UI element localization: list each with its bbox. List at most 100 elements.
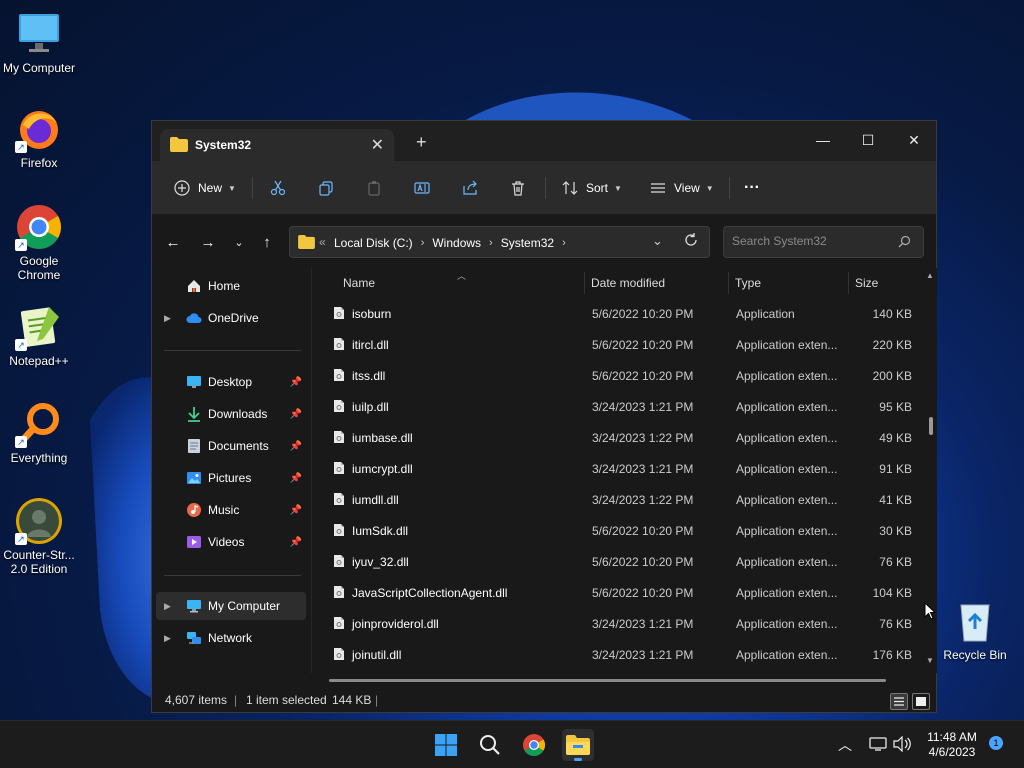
- sidebar-item-my-computer[interactable]: ▶ My Computer: [156, 592, 306, 620]
- chevron-right-icon[interactable]: ▶: [164, 313, 171, 324]
- sidebar-item-home[interactable]: Home: [156, 272, 306, 300]
- paste-icon[interactable]: [364, 178, 384, 198]
- column-header-date[interactable]: Date modified: [591, 268, 665, 298]
- sidebar-item-pictures[interactable]: Pictures 📌: [156, 464, 306, 492]
- volume-icon[interactable]: [893, 735, 911, 755]
- copy-icon[interactable]: [316, 178, 336, 198]
- sidebar-item-downloads[interactable]: Downloads 📌: [156, 400, 306, 428]
- desktop-icon-chrome[interactable]: ↗ Google Chrome: [0, 203, 78, 282]
- taskbar-chrome[interactable]: [518, 729, 550, 761]
- desktop-icon-recycle-bin[interactable]: Recycle Bin: [936, 597, 1014, 662]
- more-options-button[interactable]: ···: [744, 178, 760, 198]
- table-row[interactable]: IumSdk.dll 5/6/2022 10:20 PM Application e…: [324, 515, 912, 546]
- table-row[interactable]: JavaScriptCollectionAgent.dll 5/6/2022 10…: [324, 577, 912, 608]
- chevron-right-icon[interactable]: ›: [489, 237, 493, 249]
- back-arrow-icon[interactable]: ←: [164, 234, 182, 252]
- column-divider[interactable]: [728, 272, 729, 294]
- table-row[interactable]: isoburn 5/6/2022 10:20 PM Application 140 K…: [324, 298, 912, 329]
- new-tab-button[interactable]: +: [416, 133, 427, 151]
- sidebar-item-onedrive[interactable]: ▶ OneDrive: [156, 304, 306, 332]
- column-divider[interactable]: [848, 272, 849, 294]
- table-row[interactable]: iumcrypt.dll 3/24/2023 1:21 PM Application…: [324, 453, 912, 484]
- network-status-icon[interactable]: [869, 736, 887, 755]
- address-bar[interactable]: « Local Disk (C:) › Windows › System32 ›…: [289, 226, 710, 258]
- table-row[interactable]: iuilp.dll 3/24/2023 1:21 PM Application ex…: [324, 391, 912, 422]
- desktop-icon-my-computer[interactable]: My Computer: [0, 10, 78, 75]
- chevron-right-icon[interactable]: ›: [562, 237, 566, 249]
- file-date: 5/6/2022 10:20 PM: [592, 555, 694, 569]
- sort-button[interactable]: Sort ▼: [560, 178, 622, 198]
- sidebar-item-network[interactable]: ▶ Network: [156, 624, 306, 652]
- up-arrow-icon[interactable]: ↑: [258, 234, 276, 252]
- table-row[interactable]: joinproviderol.dll 3/24/2023 1:21 PM Appli…: [324, 608, 912, 639]
- new-button[interactable]: New ▼: [172, 178, 236, 198]
- close-window-button[interactable]: ✕: [899, 127, 929, 153]
- forward-arrow-icon[interactable]: →: [199, 234, 217, 252]
- table-row[interactable]: itss.dll 5/6/2022 10:20 PM Application ext…: [324, 360, 912, 391]
- chevron-right-icon[interactable]: ▶: [164, 633, 171, 644]
- share-icon[interactable]: [460, 178, 480, 198]
- delete-icon[interactable]: [508, 178, 528, 198]
- show-hidden-icons-chevron-up-icon[interactable]: ︿: [838, 735, 852, 755]
- pin-icon[interactable]: 📌: [290, 409, 302, 420]
- tab-close-icon[interactable]: ✕: [371, 135, 384, 155]
- column-divider[interactable]: [584, 272, 585, 294]
- cut-icon[interactable]: [268, 178, 288, 198]
- desktop-icon-counter-strike[interactable]: ↗ Counter-Str... 2.0 Edition: [0, 497, 78, 576]
- file-date: 5/6/2022 10:20 PM: [592, 307, 694, 321]
- desktop-icon-firefox[interactable]: ↗ Firefox: [0, 105, 78, 170]
- pin-icon[interactable]: 📌: [290, 441, 302, 452]
- chevron-right-icon[interactable]: ▶: [164, 601, 171, 612]
- notification-badge[interactable]: 1: [989, 736, 1003, 750]
- sidebar-item-videos[interactable]: Videos 📌: [156, 528, 306, 556]
- minimize-button[interactable]: —: [808, 127, 838, 153]
- pin-icon[interactable]: 📌: [290, 537, 302, 548]
- desktop-icon-notepadpp[interactable]: ↗ Notepad++: [0, 303, 78, 368]
- sidebar-item-desktop[interactable]: Desktop 📌: [156, 368, 306, 396]
- table-row[interactable]: iyuv_32.dll 5/6/2022 10:20 PM Application …: [324, 546, 912, 577]
- scroll-up-icon[interactable]: ▲: [926, 271, 934, 280]
- pin-icon[interactable]: 📌: [290, 473, 302, 484]
- file-date: 3/24/2023 1:21 PM: [592, 617, 694, 631]
- search-icon[interactable]: [898, 235, 911, 251]
- column-header-name[interactable]: Name: [343, 268, 375, 298]
- table-row[interactable]: iumdll.dll 3/24/2023 1:22 PM Application e…: [324, 484, 912, 515]
- tab-system32[interactable]: System32 ✕: [160, 129, 394, 161]
- horizontal-scrollbar[interactable]: [329, 679, 886, 682]
- scroll-down-icon[interactable]: ▼: [926, 656, 934, 665]
- sidebar-item-documents[interactable]: Documents 📌: [156, 432, 306, 460]
- refresh-icon[interactable]: [684, 233, 698, 250]
- search-button[interactable]: [474, 729, 506, 761]
- column-header-type[interactable]: Type: [735, 268, 761, 298]
- pin-icon[interactable]: 📌: [290, 505, 302, 516]
- scroll-thumb[interactable]: [929, 417, 933, 435]
- taskbar-file-explorer[interactable]: [562, 729, 594, 761]
- sidebar-item-music[interactable]: Music 📌: [156, 496, 306, 524]
- sidebar-divider: [164, 575, 301, 576]
- breadcrumb-windows[interactable]: Windows: [432, 236, 481, 250]
- dll-file-icon: [334, 369, 344, 381]
- desktop-icon-everything[interactable]: ↗ Everything: [0, 400, 78, 465]
- dll-file-icon: [334, 338, 344, 350]
- maximize-button[interactable]: ☐: [853, 127, 883, 153]
- search-input[interactable]: [732, 234, 892, 248]
- tiles-view-button[interactable]: [912, 693, 930, 710]
- pin-icon[interactable]: 📌: [290, 377, 302, 388]
- recent-chevron-down-icon[interactable]: ⌄: [230, 234, 248, 252]
- table-row[interactable]: iumbase.dll 3/24/2023 1:22 PM Application …: [324, 422, 912, 453]
- address-dropdown-icon[interactable]: ⌄: [652, 233, 663, 249]
- breadcrumb-overflow[interactable]: «: [319, 235, 326, 249]
- breadcrumb-system32[interactable]: System32: [501, 236, 554, 250]
- breadcrumb-local-disk[interactable]: Local Disk (C:): [334, 236, 413, 250]
- table-row[interactable]: joinutil.dll 3/24/2023 1:21 PM Application…: [324, 639, 912, 670]
- sidebar-item-label: Downloads: [208, 407, 268, 421]
- clock[interactable]: 11:48 AM 4/6/2023: [915, 730, 989, 760]
- column-header-size[interactable]: Size: [855, 268, 878, 298]
- chevron-right-icon[interactable]: ›: [421, 237, 425, 249]
- details-view-button[interactable]: [890, 693, 908, 710]
- rename-icon[interactable]: [412, 178, 432, 198]
- start-button[interactable]: [430, 729, 462, 761]
- tab-title: System32: [195, 138, 252, 152]
- table-row[interactable]: itircl.dll 5/6/2022 10:20 PM Application e…: [324, 329, 912, 360]
- view-button[interactable]: View ▼: [648, 178, 714, 198]
